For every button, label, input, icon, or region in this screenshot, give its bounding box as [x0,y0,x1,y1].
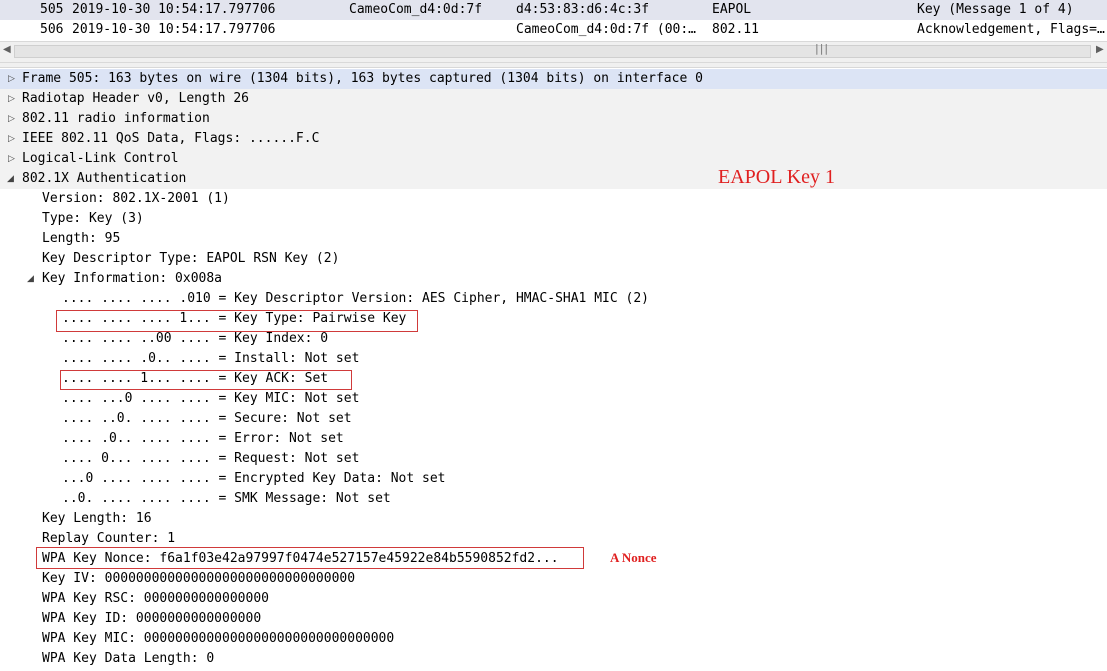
highlight-nonce-box [36,547,584,569]
packet-row-506[interactable]: 506 2019-10-30 10:54:17.797706 CameoCom_… [0,20,1107,40]
packet-info: Acknowledgement, Flags=… [917,22,1105,37]
key-info-bit[interactable]: ...0 .... .... .... = Encrypted Key Data… [0,469,1107,489]
highlight-key-type-box [56,310,418,332]
packet-destination: CameoCom_d4:0d:7f (00:… [516,22,697,37]
key-info-bit[interactable]: .... 0... .... .... = Request: Not set [0,449,1107,469]
scrollbar-grip: ||| [815,42,830,55]
key-info-bit[interactable]: .... ..0. .... .... = Secure: Not set [0,409,1107,429]
key-info-bit[interactable]: .... .... .0.. .... = Install: Not set [0,349,1107,369]
packet-row-505[interactable]: 505 2019-10-30 10:54:17.797706 CameoCom_… [0,0,1107,20]
packet-protocol: EAPOL [712,2,752,17]
field-wpa-key-mic[interactable]: WPA Key MIC: 000000000000000000000000000… [0,629,1107,649]
field-wpa-key-id[interactable]: WPA Key ID: 0000000000000000 [0,609,1107,629]
key-info-bit[interactable]: .... .0.. .... .... = Error: Not set [0,429,1107,449]
tree-item-radiotap[interactable]: ▷ Radiotap Header v0, Length 26 [0,89,1107,109]
field-key-length[interactable]: Key Length: 16 [0,509,1107,529]
field-version[interactable]: Version: 802.1X-2001 (1) [0,189,1107,209]
packet-list-hscrollbar[interactable]: ◀ ||| ▶ [0,41,1107,63]
field-replay-counter[interactable]: Replay Counter: 1 [0,529,1107,549]
field-type[interactable]: Type: Key (3) [0,209,1107,229]
annotation-eapol-key: EAPOL Key 1 [718,166,836,188]
packet-source: CameoCom_d4:0d:7f [349,2,483,17]
annotation-a-nonce: A Nonce [610,550,657,565]
tree-item-key-information[interactable]: ◢ Key Information: 0x008a [0,269,1107,289]
scroll-right-icon[interactable]: ▶ [1096,44,1104,55]
scroll-left-icon[interactable]: ◀ [3,44,11,55]
key-info-bit[interactable]: ..0. .... .... .... = SMK Message: Not s… [0,489,1107,509]
key-info-bit[interactable]: .... .... .... .010 = Key Descriptor Ver… [0,289,1107,309]
tree-item-llc[interactable]: ▷ Logical-Link Control [0,149,1107,169]
tree-item-radio-info[interactable]: ▷ 802.11 radio information [0,109,1107,129]
packet-time: 2019-10-30 10:54:17.797706 [72,22,276,37]
key-info-bit[interactable]: .... .... ..00 .... = Key Index: 0 [0,329,1107,349]
field-key-descriptor-type[interactable]: Key Descriptor Type: EAPOL RSN Key (2) [0,249,1107,269]
tree-item-ieee80211[interactable]: ▷ IEEE 802.11 QoS Data, Flags: ......F.C [0,129,1107,149]
field-key-iv[interactable]: Key IV: 00000000000000000000000000000000 [0,569,1107,589]
key-info-bit[interactable]: .... ...0 .... .... = Key MIC: Not set [0,389,1107,409]
expand-right-icon[interactable]: ▷ [8,89,15,109]
expand-down-icon[interactable]: ◢ [7,169,14,189]
field-wpa-key-rsc[interactable]: WPA Key RSC: 0000000000000000 [0,589,1107,609]
pane-splitter[interactable] [0,63,1107,68]
packet-protocol: 802.11 [712,22,759,37]
tree-item-frame[interactable]: ▷ Frame 505: 163 bytes on wire (1304 bit… [0,69,1107,89]
packet-no: 505 [40,2,64,17]
packet-info: Key (Message 1 of 4) [917,2,1074,17]
field-wpa-key-data-length[interactable]: WPA Key Data Length: 0 [0,649,1107,669]
packet-no: 506 [40,22,64,37]
packet-time: 2019-10-30 10:54:17.797706 [72,2,276,17]
field-length[interactable]: Length: 95 [0,229,1107,249]
scrollbar-thumb[interactable]: ||| [14,42,1091,58]
packet-destination: d4:53:83:d6:4c:3f [516,2,650,17]
expand-right-icon[interactable]: ▷ [8,69,15,89]
tree-item-8021x[interactable]: ◢ 802.1X Authentication [0,169,1107,189]
expand-right-icon[interactable]: ▷ [8,149,15,169]
expand-down-icon[interactable]: ◢ [27,269,34,289]
expand-right-icon[interactable]: ▷ [8,129,15,149]
expand-right-icon[interactable]: ▷ [8,109,15,129]
highlight-key-ack-box [60,370,352,390]
